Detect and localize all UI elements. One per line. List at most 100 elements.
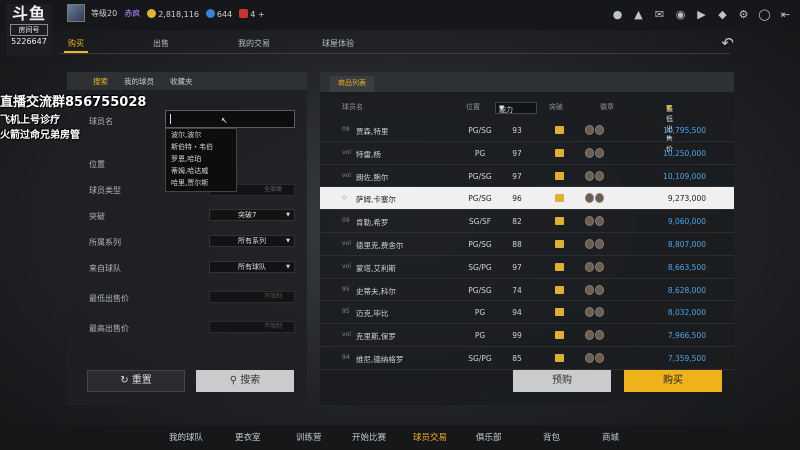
table-row[interactable]: vol 特雷,杨 PG 97 10,250,000 xyxy=(320,142,734,165)
tab-listing[interactable]: 商品列表 xyxy=(330,76,374,92)
max-price-input[interactable]: 不限制 xyxy=(209,321,295,333)
skill-badge-icon xyxy=(585,238,594,249)
skill-badge-icon xyxy=(585,307,594,318)
nav-shop[interactable]: 商城 xyxy=(602,431,619,443)
nav-start-game[interactable]: 开始比赛 xyxy=(352,431,386,443)
nav-player-trade[interactable]: 球员交易 xyxy=(413,431,447,443)
tab-my-players[interactable]: 我的球员 xyxy=(124,76,154,87)
overlay-group-line: 直播交流群856755028 xyxy=(0,95,147,110)
tab-sell[interactable]: 出售 xyxy=(153,38,169,49)
breakthrough-select[interactable]: 突破7 xyxy=(209,209,295,221)
skill-badge-icon xyxy=(585,125,594,135)
group-icon[interactable]: ◉ xyxy=(674,8,687,21)
market-panel: 商品列表 球员名 位置 能力 ▼ 突破 徽章 最低出售价 ▼ 09 贾森,特里 PG… xyxy=(320,72,734,405)
suggestion-item[interactable]: 斯伯特・韦伯 xyxy=(166,141,236,153)
player-name-input[interactable]: ↖ xyxy=(165,110,295,128)
table-row[interactable]: ◇ 萨姆,卡塞尔 PG/SG 96 9,273,000 xyxy=(320,187,734,211)
ability-sort-select[interactable]: 能力 ▼ xyxy=(495,102,537,114)
player-price: 7,966,500 xyxy=(667,331,706,341)
exit-icon[interactable]: ⇤ xyxy=(779,8,792,21)
back-icon[interactable]: ↶ xyxy=(721,34,734,52)
player-name: 克里斯,保罗 xyxy=(356,332,396,342)
table-row[interactable]: vol 朗佐,鲍尔 PG/SG 97 10,109,000 xyxy=(320,165,734,188)
table-row[interactable]: 09 贾森,特里 PG/SG 93 10,795,500 xyxy=(320,119,734,142)
row-number: vol xyxy=(342,239,351,247)
breakthrough-badge-icon xyxy=(555,331,564,340)
coin-balance: 2,818,116 xyxy=(147,8,199,19)
player-ability: 74 xyxy=(512,285,522,295)
type-label: 球员类型 xyxy=(89,186,121,195)
player-ability: 99 xyxy=(512,331,522,341)
player-ability: 85 xyxy=(512,353,522,363)
avatar[interactable] xyxy=(67,4,85,22)
tab-search[interactable]: 搜索 xyxy=(93,76,108,87)
tab-ball-house[interactable]: 球屋体验 xyxy=(322,38,354,49)
breakthrough-badge-icon xyxy=(555,285,564,294)
col-position: 位置 xyxy=(466,103,480,111)
breakthrough-badge-icon xyxy=(555,171,564,180)
suggestion-item[interactable]: 蒂姆,哈达威 xyxy=(166,165,236,177)
bell-icon[interactable]: ▲ xyxy=(632,8,645,21)
col-badges: 徽章 xyxy=(600,103,614,111)
player-ability: 82 xyxy=(512,217,522,227)
breakthrough-label: 突破 xyxy=(89,212,105,221)
player-position: SG/SF xyxy=(468,217,492,227)
player-ability: 97 xyxy=(512,148,522,158)
series-label: 所属系列 xyxy=(89,238,121,247)
name-suggestions: 波尔,波尔 斯伯特・韦伯 罗恩,哈珀 蒂姆,哈达威 哈里,贾尔斯 xyxy=(165,128,237,192)
player-ability: 97 xyxy=(512,171,522,181)
player-position: PG/SG xyxy=(468,285,492,295)
row-number: 95 xyxy=(342,285,350,293)
table-row[interactable]: 95 史蒂夫,科尔 PG/SG 74 8,628,000 xyxy=(320,279,734,302)
team-select[interactable]: 所有球队 xyxy=(209,261,295,273)
name-label: 球员名 xyxy=(89,117,113,126)
shield-icon[interactable]: ◆ xyxy=(716,8,729,21)
skill-badge-icon xyxy=(595,193,604,204)
skill-badge-icon xyxy=(595,147,604,158)
suggestion-item[interactable]: 罗恩,哈珀 xyxy=(166,153,236,165)
text-caret xyxy=(170,114,171,124)
player-price: 8,628,000 xyxy=(667,285,706,295)
headset-icon[interactable]: ◯ xyxy=(758,8,771,21)
nav-my-team[interactable]: 我的球队 xyxy=(169,431,203,443)
suggestion-item[interactable]: 哈里,贾尔斯 xyxy=(166,177,236,189)
gear-icon[interactable]: ⚙ xyxy=(737,8,750,21)
player-price: 10,795,500 xyxy=(663,126,706,135)
table-row[interactable]: 95 迈克,毕比 PG 94 8,032,000 xyxy=(320,301,734,325)
table-row[interactable]: vol 蒙塔,艾利斯 SG/PG 97 8,663,500 xyxy=(320,256,734,279)
person-icon[interactable]: ● xyxy=(611,8,624,21)
nav-backpack[interactable]: 背包 xyxy=(543,431,560,443)
video-icon[interactable]: ▶ xyxy=(695,8,708,21)
nav-club[interactable]: 俱乐部 xyxy=(476,431,502,443)
row-number: vol xyxy=(342,331,351,339)
table-row[interactable]: vol 德里克,费舍尔 PG/SG 88 8,807,000 xyxy=(320,233,734,256)
tab-buy[interactable]: 购买 xyxy=(64,38,88,53)
player-position: PG/SG xyxy=(468,239,492,249)
coin-icon xyxy=(147,8,157,18)
table-row[interactable]: 94 维尼,德纳格罗 SG/PG 85 7,359,500 xyxy=(320,347,734,370)
player-position: PG/SG xyxy=(468,194,492,204)
buy-button[interactable]: 购买 xyxy=(624,370,722,392)
add-ticket-button[interactable]: + xyxy=(258,10,265,19)
preorder-button[interactable]: 预购 xyxy=(513,370,611,392)
series-select[interactable]: 所有系列 xyxy=(209,235,295,247)
tab-my-trades[interactable]: 我的交易 xyxy=(238,38,270,49)
skill-badge-icon xyxy=(595,238,604,249)
search-button[interactable]: ⚲ 搜索 xyxy=(196,370,294,392)
tab-favorites[interactable]: 收藏夹 xyxy=(170,76,193,87)
reset-button[interactable]: ↻ 重置 xyxy=(87,370,185,392)
player-name: 贾森,特里 xyxy=(356,127,389,136)
suggestion-item[interactable]: 波尔,波尔 xyxy=(166,129,236,141)
logo-brand: 斗鱼 xyxy=(11,4,46,23)
table-row[interactable]: 09 肯勒,希罗 SG/SF 82 9,060,000 xyxy=(320,210,734,233)
table-row[interactable]: vol 克里斯,保罗 PG 99 7,966,500 xyxy=(320,324,734,347)
player-position: PG xyxy=(474,308,486,318)
mail-icon[interactable]: ✉ xyxy=(653,8,666,21)
player-price: 10,109,000 xyxy=(663,171,706,181)
user-info: 等级20 赤疯 2,818,116 644 4 + xyxy=(91,8,265,19)
nav-training[interactable]: 训练营 xyxy=(296,431,322,443)
row-number: vol xyxy=(342,262,351,270)
nav-locker-room[interactable]: 更衣室 xyxy=(235,431,261,443)
min-price-input[interactable]: 不限制 xyxy=(209,291,295,303)
player-name: 朗佐,鲍尔 xyxy=(356,172,389,182)
